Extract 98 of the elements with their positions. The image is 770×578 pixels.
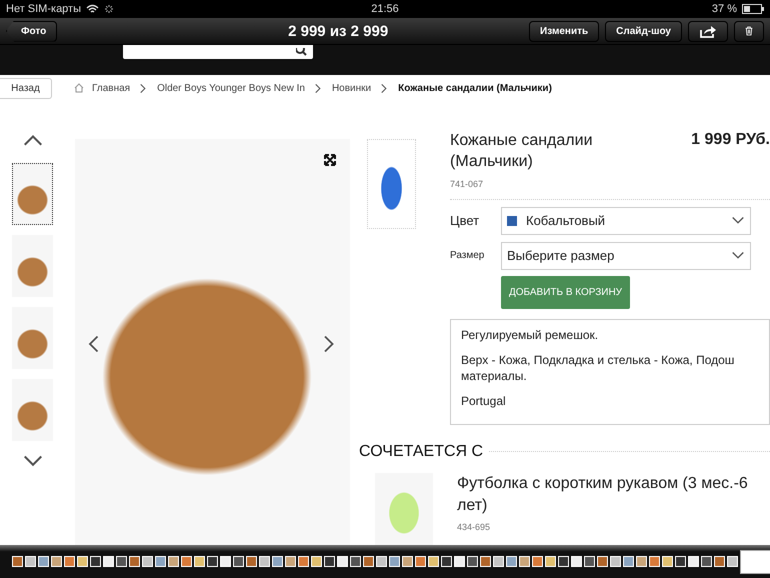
breadcrumb-link[interactable]: Older Boys Younger Boys New In (157, 82, 305, 94)
strip-thumbnail[interactable] (259, 556, 270, 567)
description-text: Регулируемый ремешок. (461, 328, 600, 344)
product-price: 1 999 РУб. (691, 131, 770, 150)
strip-thumbnail[interactable] (116, 556, 127, 567)
share-icon (699, 24, 717, 38)
description-text: Верх - Кожа, Подкладка и стелька - Кожа, Подош материалы. (461, 353, 736, 384)
strip-thumbnail[interactable] (298, 556, 309, 567)
strip-thumbnail[interactable] (12, 556, 23, 567)
trash-icon (745, 24, 753, 38)
battery-percent: 37 % (712, 3, 737, 15)
strip-thumbnail[interactable] (636, 556, 647, 567)
strip-thumbnail[interactable] (662, 556, 673, 567)
strip-thumbnail[interactable] (480, 556, 491, 567)
battery-icon (742, 4, 764, 14)
thumbnail-photo[interactable] (12, 379, 53, 441)
breadcrumb-link[interactable]: Главная (92, 82, 130, 94)
strip-thumbnail[interactable] (233, 556, 244, 567)
related-product-code: 434-695 (457, 522, 492, 532)
description-text: Portugal (461, 394, 507, 410)
strip-thumbnail[interactable] (402, 556, 413, 567)
strip-thumbnail[interactable] (311, 556, 322, 567)
strip-thumbnail[interactable] (441, 556, 452, 567)
strip-thumbnail[interactable] (194, 556, 205, 567)
strip-thumbnail[interactable] (90, 556, 101, 567)
strip-thumbnail[interactable] (415, 556, 426, 567)
strip-thumbnail[interactable] (64, 556, 75, 567)
spinner-icon (104, 4, 114, 14)
strip-thumbnail[interactable] (220, 556, 231, 567)
thumbnail-photo[interactable] (12, 235, 53, 297)
search-icon (296, 48, 307, 56)
strip-thumbnail[interactable] (701, 556, 712, 567)
strip-thumbnail[interactable] (545, 556, 556, 567)
breadcrumb-link[interactable]: Новинки (332, 82, 372, 94)
strip-thumbnail[interactable] (324, 556, 335, 567)
breadcrumb-link[interactable]: Кожаные сандалии (Мальчики) (398, 82, 552, 94)
strip-thumbnail[interactable] (376, 556, 387, 567)
strip-thumbnail[interactable] (597, 556, 608, 567)
strip-thumbnail[interactable] (272, 556, 283, 567)
related-product-title[interactable]: Футболка с коротким рукавом (3 мес.-6 лет) (457, 472, 748, 516)
back-link-button[interactable]: Назад (0, 78, 52, 98)
photo-counter: 2 999 из 2 999 (287, 22, 390, 40)
strip-thumbnail[interactable] (207, 556, 218, 567)
strip-thumbnail[interactable] (558, 556, 569, 567)
strip-thumbnail[interactable] (675, 556, 686, 567)
product-title: Кожаные сандалии (Мальчики) (450, 131, 594, 172)
strip-thumbnail[interactable] (623, 556, 634, 567)
strip-thumbnail[interactable] (532, 556, 543, 567)
strip-thumbnail[interactable] (285, 556, 296, 567)
strip-thumbnail[interactable] (389, 556, 400, 567)
strip-thumbnail[interactable] (246, 556, 257, 567)
search-field[interactable] (123, 45, 313, 59)
strip-thumbnail[interactable] (454, 556, 465, 567)
strip-thumbnail[interactable] (38, 556, 49, 567)
strip-thumbnail[interactable] (155, 556, 166, 567)
toolbar-button[interactable]: Слайд-шоу (605, 20, 682, 42)
current-thumbnail[interactable] (740, 550, 770, 574)
strip-thumbnail[interactable] (571, 556, 582, 567)
trash-button[interactable] (734, 20, 764, 42)
strip-thumbnail[interactable] (129, 556, 140, 567)
product-code: 741-067 (450, 178, 484, 189)
strip-thumbnail[interactable] (584, 556, 595, 567)
strip-thumbnail[interactable] (428, 556, 439, 567)
strip-thumbnail[interactable] (363, 556, 374, 567)
strip-thumbnail[interactable] (506, 556, 517, 567)
clock-text: 21:56 (371, 3, 399, 15)
thumbnail-photo[interactable] (12, 163, 53, 225)
strip-thumbnail[interactable] (168, 556, 179, 567)
share-button[interactable] (688, 20, 728, 42)
back-button[interactable]: Фото (6, 20, 58, 42)
wifi-icon (86, 4, 100, 14)
strip-thumbnail[interactable] (467, 556, 478, 567)
carrier-text: Нет SIM-карты (6, 3, 82, 15)
strip-thumbnail[interactable] (350, 556, 361, 567)
strip-thumbnail[interactable] (493, 556, 504, 567)
strip-thumbnail[interactable] (77, 556, 88, 567)
strip-thumbnail[interactable] (103, 556, 114, 567)
strip-thumbnail[interactable] (142, 556, 153, 567)
size-select[interactable]: Выберите размер (501, 242, 751, 270)
strip-thumbnail[interactable] (51, 556, 62, 567)
strip-thumbnail[interactable] (610, 556, 621, 567)
strip-thumbnail[interactable] (519, 556, 530, 567)
strip-thumbnail[interactable] (727, 556, 738, 567)
color-label: Цвет (450, 213, 480, 228)
strip-thumbnail[interactable] (688, 556, 699, 567)
section-heading: СОЧЕТАЕТСЯ С (359, 442, 484, 461)
strip-thumbnail[interactable] (25, 556, 36, 567)
add-to-cart-button[interactable]: ДОБАВИТЬ В КОРЗИНУ (501, 276, 630, 309)
expand-icon[interactable] (324, 154, 336, 166)
color-select[interactable]: Кобальтовый (501, 206, 751, 235)
size-label: Размер (450, 250, 486, 262)
home-icon (74, 83, 84, 93)
strip-thumbnail[interactable] (649, 556, 660, 567)
thumbnail-photo[interactable] (12, 307, 53, 369)
toolbar-button[interactable]: Изменить (529, 20, 600, 42)
strip-thumbnail[interactable] (337, 556, 348, 567)
strip-thumbnail[interactable] (714, 556, 725, 567)
strip-thumbnail[interactable] (181, 556, 192, 567)
